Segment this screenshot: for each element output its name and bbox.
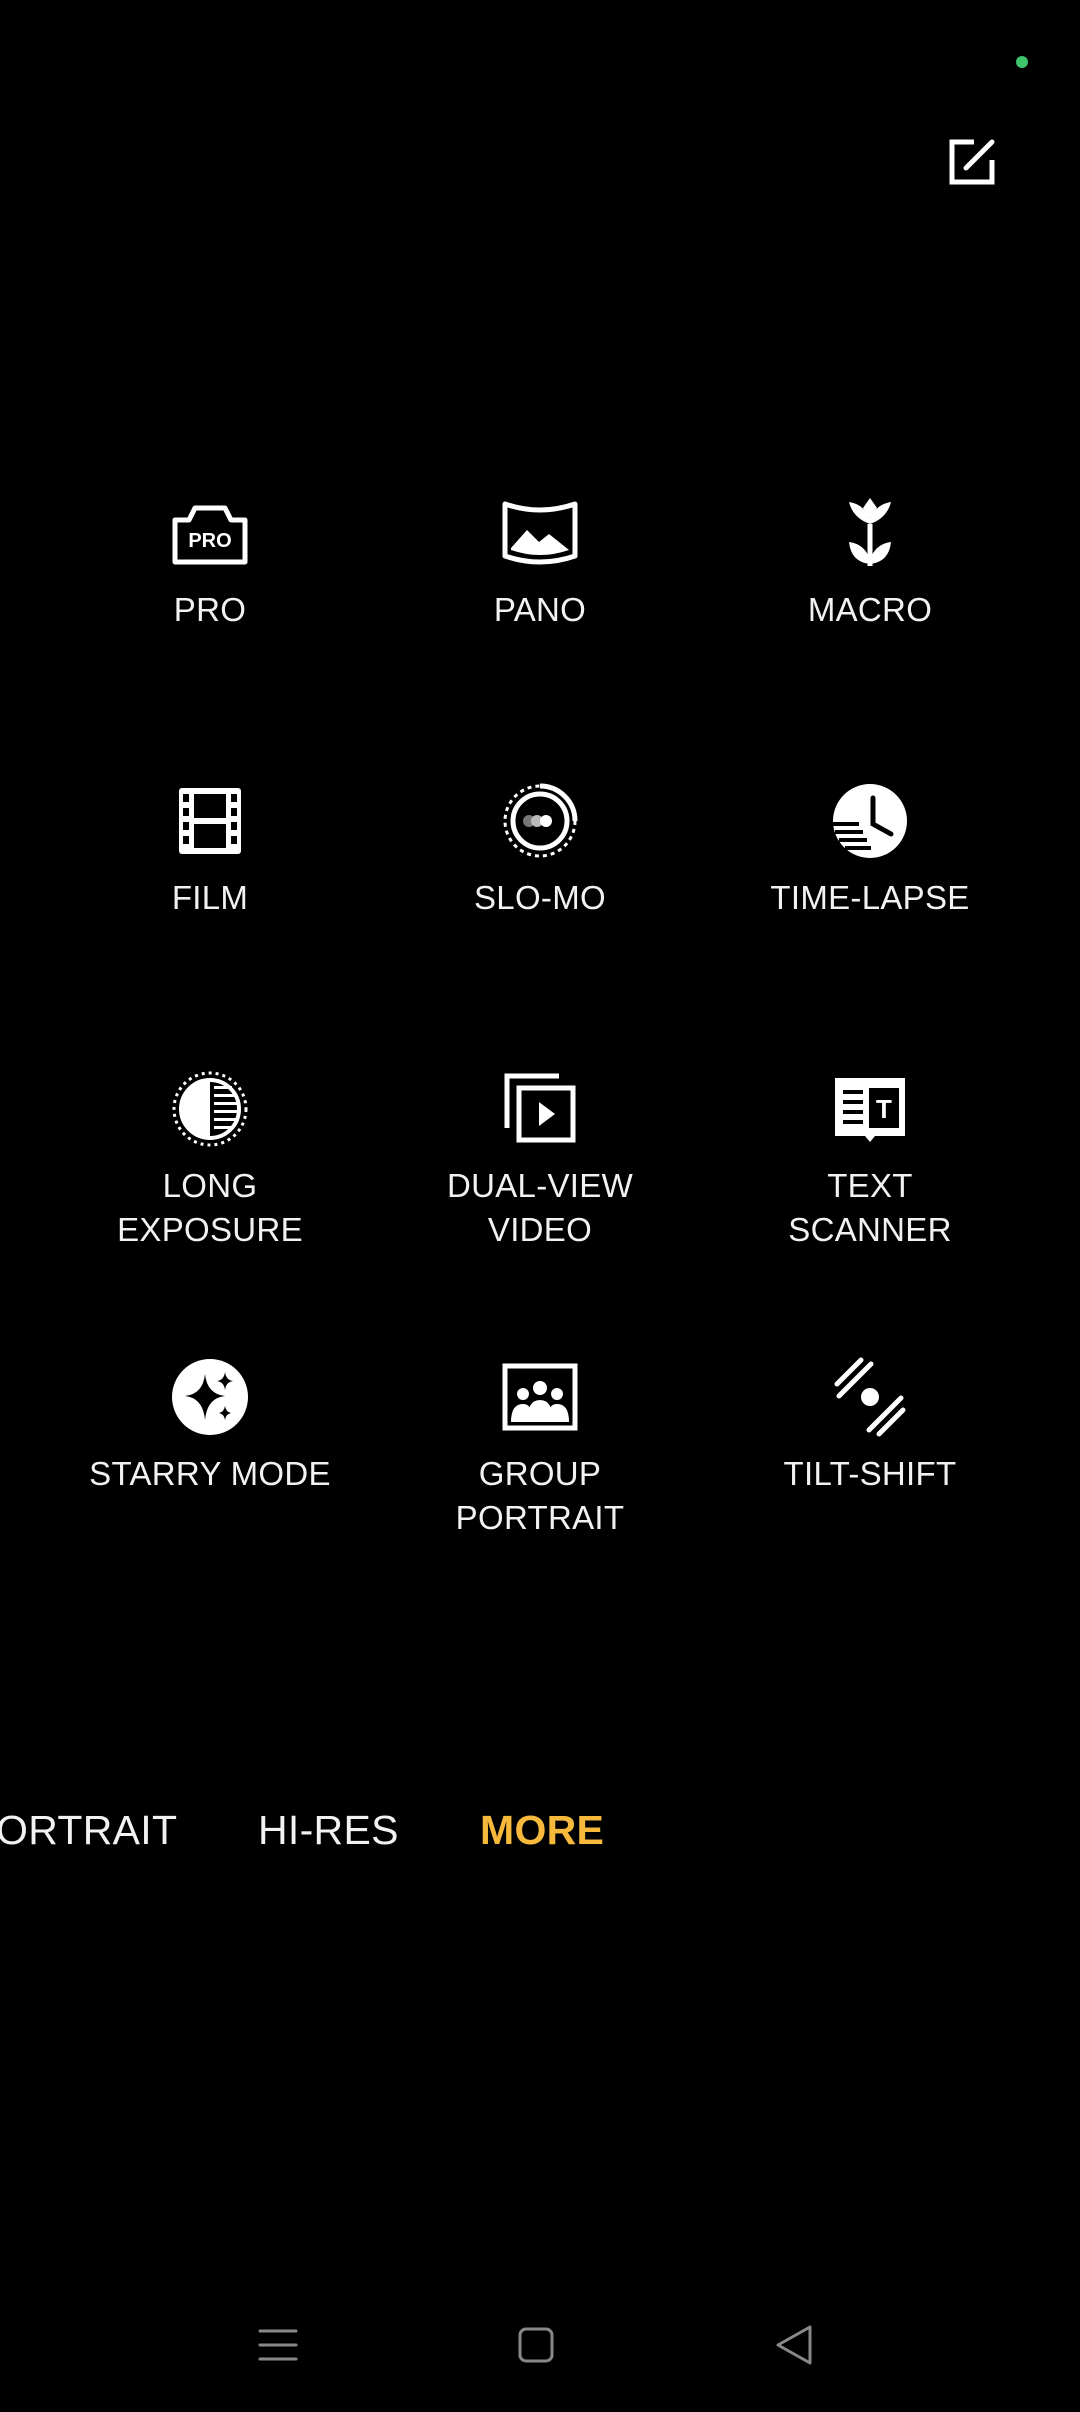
- pro-camera-icon: PRO: [167, 490, 253, 576]
- home-icon: [518, 2327, 554, 2363]
- mode-tab-portrait[interactable]: ORTRAIT: [0, 1800, 177, 1860]
- edit-modes-button[interactable]: [940, 130, 1004, 194]
- mode-label: SLO-MO: [474, 879, 606, 916]
- mode-macro[interactable]: MACRO: [705, 490, 1035, 632]
- recent-apps-button[interactable]: [248, 2318, 308, 2372]
- mode-film[interactable]: FILM: [45, 778, 375, 920]
- mode-slo-mo[interactable]: SLO-MO: [375, 778, 705, 920]
- mode-text-scanner[interactable]: T TEXT SCANNER: [705, 1066, 1035, 1252]
- mode-pro[interactable]: PRO PRO: [45, 490, 375, 632]
- camera-mode-selector[interactable]: ORTRAIT HI-RES MORE: [0, 1800, 1080, 1860]
- mode-tilt-shift[interactable]: TILT-SHIFT: [705, 1354, 1035, 1496]
- mode-time-lapse[interactable]: TIME-LAPSE: [705, 778, 1035, 920]
- mode-tab-more[interactable]: MORE: [480, 1800, 604, 1860]
- back-icon: [776, 2325, 812, 2365]
- text-scanner-icon: T: [827, 1066, 913, 1152]
- clock-speed-icon: [827, 778, 913, 864]
- mode-starry-mode[interactable]: STARRY MODE: [45, 1354, 375, 1496]
- privacy-indicator-dot: [1016, 56, 1028, 68]
- camera-more-modes-screen: PRO PRO PANO MACRO FILM SLO-MO TIME-LAPS…: [0, 0, 1080, 2412]
- mode-label: STARRY MODE: [89, 1455, 331, 1492]
- mode-group-portrait[interactable]: GROUP PORTRAIT: [375, 1354, 705, 1540]
- dual-video-icon: [497, 1066, 583, 1152]
- menu-icon: [258, 2329, 298, 2361]
- home-button[interactable]: [506, 2318, 566, 2372]
- sparkle-icon: [167, 1354, 253, 1440]
- svg-text:T: T: [876, 1094, 892, 1124]
- mode-label: TIME-LAPSE: [770, 879, 970, 916]
- mode-tab-hi-res[interactable]: HI-RES: [258, 1800, 399, 1860]
- slow-motion-icon: [497, 778, 583, 864]
- long-exposure-icon: [167, 1066, 253, 1152]
- back-button[interactable]: [764, 2318, 824, 2372]
- panorama-icon: [497, 490, 583, 576]
- mode-long-exposure[interactable]: LONG EXPOSURE: [45, 1066, 375, 1252]
- mode-label: TILT-SHIFT: [783, 1455, 957, 1492]
- mode-label: GROUP PORTRAIT: [455, 1455, 625, 1536]
- mode-label: FILM: [171, 879, 249, 916]
- mode-label: PRO: [173, 591, 247, 628]
- mode-pano[interactable]: PANO: [375, 490, 705, 632]
- system-navigation-bar: [0, 2300, 1080, 2390]
- mode-label: LONG EXPOSURE: [117, 1167, 303, 1248]
- mode-label: MACRO: [807, 591, 933, 628]
- flower-icon: [827, 490, 913, 576]
- group-icon: [497, 1354, 583, 1440]
- svg-text:PRO: PRO: [188, 530, 231, 552]
- film-strip-icon: [167, 778, 253, 864]
- mode-dual-view-video[interactable]: DUAL-VIEW VIDEO: [375, 1066, 705, 1252]
- edit-icon: [949, 139, 995, 185]
- mode-label: DUAL-VIEW VIDEO: [446, 1167, 634, 1248]
- mode-label: TEXT SCANNER: [788, 1167, 952, 1248]
- tilt-shift-icon: [827, 1354, 913, 1440]
- mode-label: PANO: [493, 591, 587, 628]
